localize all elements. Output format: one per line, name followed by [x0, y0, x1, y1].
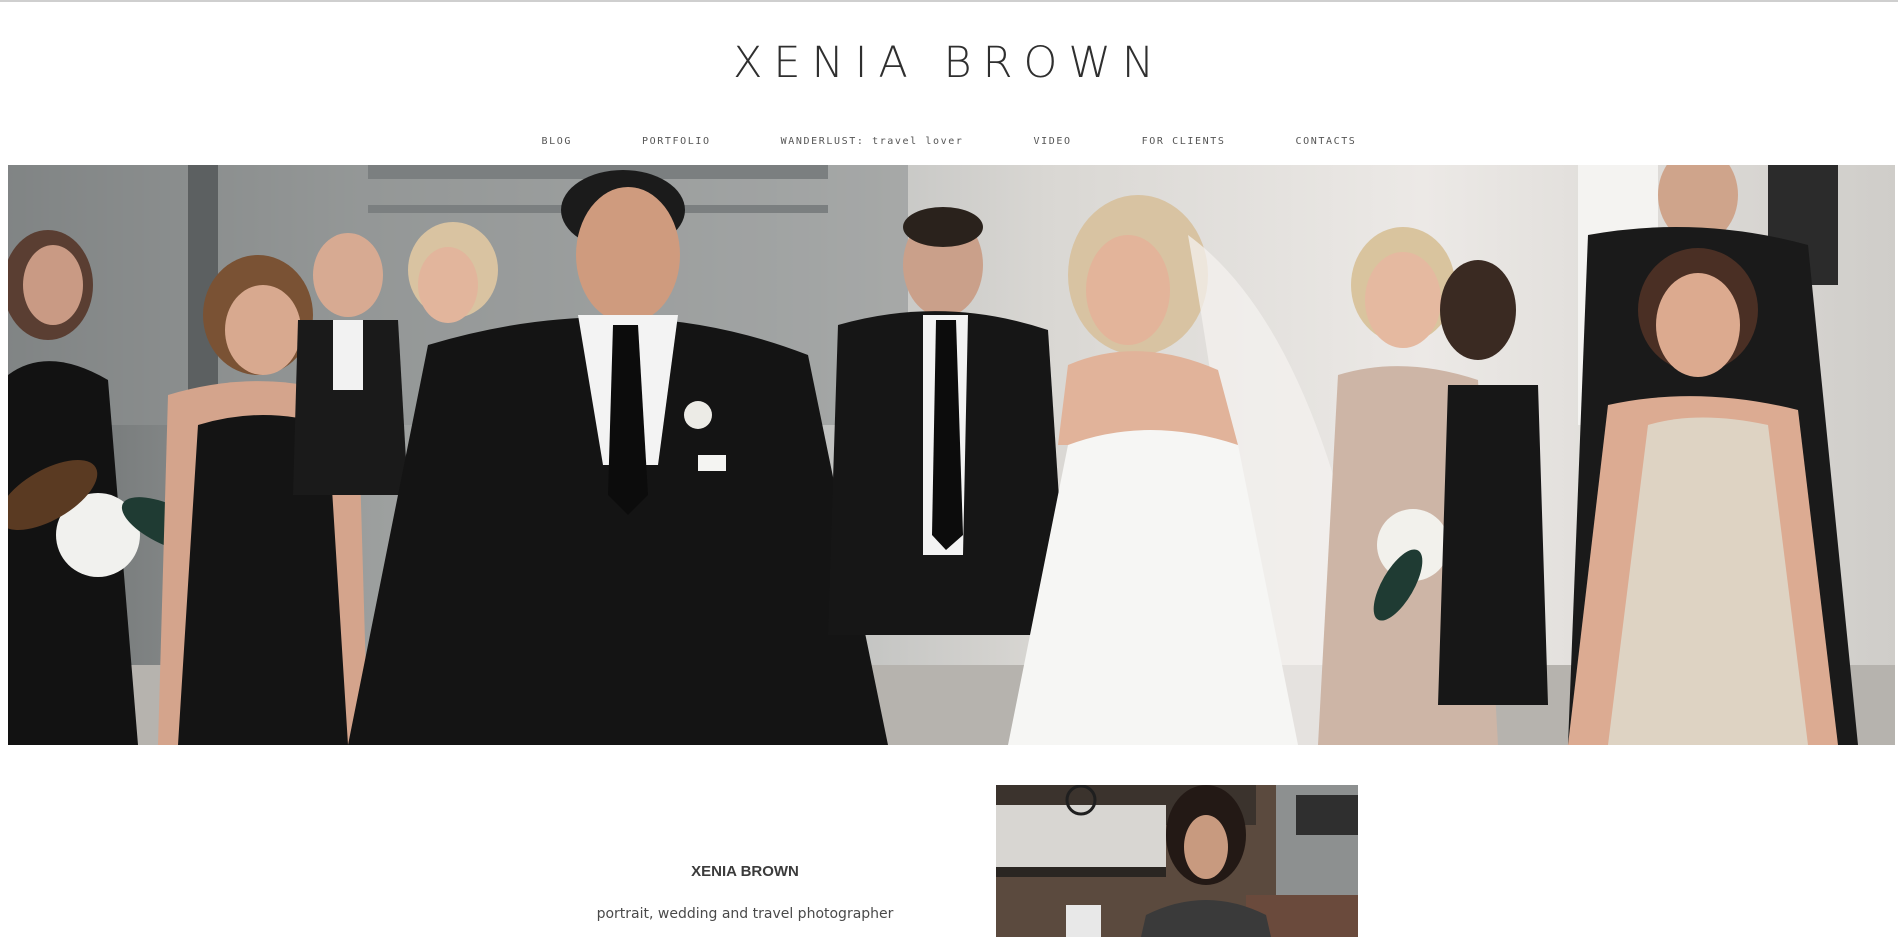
main-nav: BLOG PORTFOLIO WANDERLUST: travel lover …: [0, 136, 1898, 147]
portrait-illustration: [996, 785, 1358, 937]
nav-item-contacts[interactable]: CONTACTS: [1260, 136, 1391, 147]
about-name: XENIA BROWN: [691, 863, 799, 880]
site-title[interactable]: XENIA BROWN: [0, 38, 1898, 88]
top-border: [0, 0, 1898, 2]
wedding-party-illustration: [8, 165, 1895, 745]
nav-item-for-clients[interactable]: FOR CLIENTS: [1107, 136, 1261, 147]
about-tagline: portrait, wedding and travel photographe…: [596, 906, 894, 922]
portrait-photo: [996, 785, 1358, 937]
nav-item-wanderlust[interactable]: WANDERLUST: travel lover: [746, 136, 999, 147]
hero-wedding-photo: [8, 165, 1895, 745]
nav-item-portfolio[interactable]: PORTFOLIO: [607, 136, 746, 147]
nav-item-video[interactable]: VIDEO: [999, 136, 1107, 147]
nav-item-blog[interactable]: BLOG: [507, 136, 607, 147]
